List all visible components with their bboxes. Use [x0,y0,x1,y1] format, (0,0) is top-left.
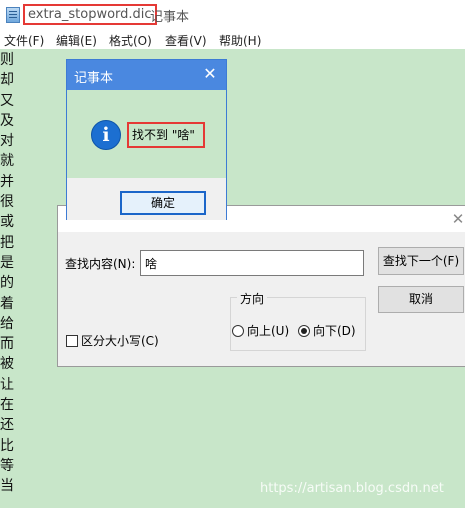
direction-down-label: 向下(D) [313,324,356,338]
editor-line: 是 [0,254,14,271]
direction-group: 方向 向上(U) 向下(D) [230,290,366,351]
find-next-button[interactable]: 查找下一个(F) [378,247,464,275]
close-icon[interactable]: ✕ [200,64,220,84]
direction-down-radio[interactable]: 向下(D) [298,322,356,339]
match-case-label: 区分大小写(C) [81,334,159,348]
radio-unchecked-icon [232,324,244,337]
message-box-title: 记事本 [74,71,114,86]
editor-line: 的 [0,275,14,292]
message-box-title-bar[interactable]: 记事本 ✕ [67,60,226,90]
menu-format[interactable]: 格式(O) [109,32,152,49]
editor-line: 被 [0,356,14,373]
editor-line: 及 [0,112,14,129]
title-bar: extra_stopword.dic 记事本 [0,0,465,30]
direction-up-radio[interactable]: 向上(U) [232,322,289,339]
editor-line: 比 [0,437,14,454]
editor-line: 就 [0,153,14,170]
direction-up-label: 向上(U) [247,324,290,338]
editor-line: 等 [0,457,14,474]
editor-line: 很 [0,194,14,211]
editor-line: 给 [0,315,14,332]
editor-line: 在 [0,397,14,414]
cancel-button[interactable]: 取消 [378,286,464,313]
editor-text: 则 却 又 及 对 就 并 很 或 把 是 的 着 给 而 被 让 在 还 比 … [0,50,20,497]
watermark-text: https://artisan.blog.csdn.net [260,481,444,496]
editor-line: 却 [0,72,14,89]
close-icon[interactable]: ✕ [447,209,465,229]
editor-line: 着 [0,295,14,312]
find-what-label: 查找内容(N): [65,257,136,271]
message-box: 记事本 ✕ i 找不到 "啥" 确定 [66,59,227,220]
direction-label: 方向 [237,290,268,307]
menu-file[interactable]: 文件(F) [4,32,44,49]
notepad-icon [6,7,20,23]
editor-line: 则 [0,52,14,68]
editor-line: 把 [0,234,14,251]
menu-edit[interactable]: 编辑(E) [56,32,97,49]
editor-line: 当 [0,478,14,495]
radio-checked-icon [298,324,310,337]
app-title: 记事本 [150,10,190,25]
find-what-input[interactable] [140,250,364,276]
checkbox-icon [66,334,78,347]
find-dialog: ✕ 查找内容(N): 方向 向上(U) 向下(D) 区分大小写(C) 查找下一个… [57,205,465,367]
editor-line: 而 [0,336,14,353]
ok-button[interactable]: 确定 [120,191,206,215]
editor-line: 对 [0,133,14,150]
menu-view[interactable]: 查看(V) [165,32,207,49]
file-name-title: extra_stopword.dic [23,4,157,25]
editor-line: 又 [0,92,14,109]
info-icon: i [91,120,121,150]
message-box-footer: 确定 [67,178,226,220]
menu-help[interactable]: 帮助(H) [219,32,261,49]
editor-line: 并 [0,173,14,190]
menu-bar: 文件(F) 编辑(E) 格式(O) 查看(V) 帮助(H) [0,30,465,49]
editor-line: 让 [0,376,14,393]
editor-line: 还 [0,417,14,434]
editor-line: 或 [0,214,14,231]
match-case-checkbox[interactable]: 区分大小写(C) [66,332,159,349]
not-found-message: 找不到 "啥" [127,122,205,148]
